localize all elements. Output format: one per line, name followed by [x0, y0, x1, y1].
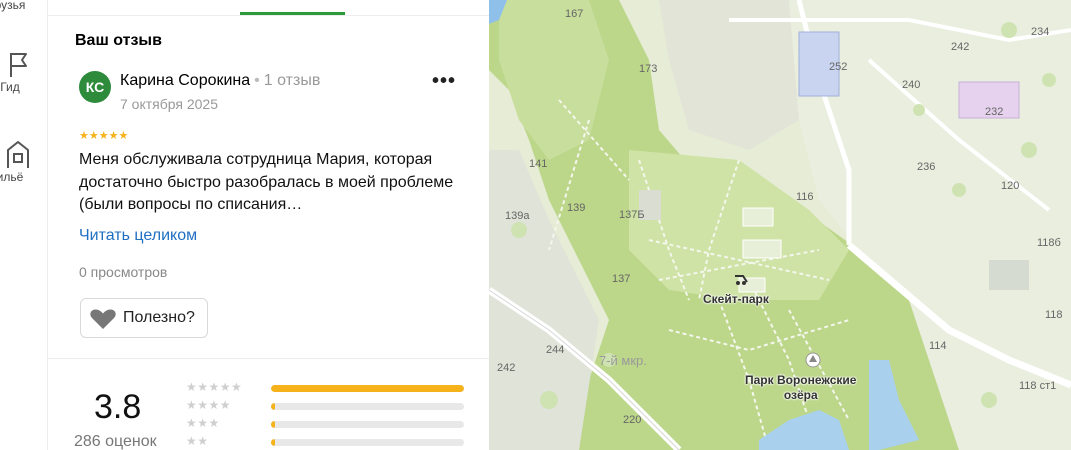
tab-divider [48, 15, 489, 16]
map-house-number: 236 [917, 161, 936, 173]
distribution-bar-fill [271, 403, 275, 410]
nav-item-guide[interactable]: Гид [0, 50, 48, 94]
map-house-number: 141 [529, 158, 548, 170]
distribution-row: ★★★★★ [186, 380, 466, 396]
map-house-number: 240 [902, 79, 921, 91]
map-house-number: 114 [929, 340, 947, 352]
useful-button[interactable]: Полезно? [80, 298, 208, 338]
map-house-number: 137 [612, 273, 631, 285]
map-house-number: 220 [623, 414, 642, 426]
map-house-number: 242 [497, 362, 516, 374]
left-nav: рузья Гид ильё [0, 0, 48, 450]
review-text: Меня обслуживала сотрудница Мария, котор… [79, 151, 454, 213]
map-house-number: 252 [829, 61, 848, 73]
distribution-stars: ★★★ [186, 416, 220, 430]
distribution-stars: ★★ [186, 434, 209, 448]
distribution-row: ★★★★ [186, 398, 466, 414]
map-house-number: 167 [565, 8, 584, 20]
map-house-number: 139 [567, 202, 586, 214]
review-rating-stars: ★★★★★ [79, 130, 129, 142]
author-name[interactable]: Карина Сорокина [120, 72, 250, 89]
review-panel: Ваш отзыв КС Карина Сорокина • 1 отзыв 7 о… [48, 0, 489, 450]
nav-item-friends[interactable]: рузья [0, 0, 48, 12]
nav-item-housing-label: ильё [0, 170, 24, 184]
more-options-button[interactable]: ••• [432, 71, 456, 96]
map-house-number: 120 [1001, 180, 1020, 192]
distribution-row: ★★★ [186, 416, 466, 432]
map-house-number: 242 [951, 41, 970, 53]
distribution-bar [271, 421, 464, 428]
distribution-bar [271, 439, 464, 446]
nav-item-guide-label: Гид [0, 80, 20, 94]
distribution-bar-fill [271, 421, 275, 428]
nav-item-housing[interactable]: ильё [0, 138, 48, 184]
map-house-number: 116 [796, 191, 814, 203]
section-title: Ваш отзыв [75, 32, 162, 49]
author-review-count: 1 отзыв [263, 72, 321, 89]
map-house-number: 173 [639, 63, 658, 75]
separator-dot: • [254, 72, 260, 89]
distribution-stars: ★★★★ [186, 398, 232, 412]
useful-label: Полезно? [123, 309, 195, 326]
section-divider [48, 358, 489, 359]
map-house-number: 244 [546, 344, 565, 356]
district-label: 7-й мкр. [599, 353, 647, 368]
heart-icon [90, 309, 116, 329]
map-view[interactable]: 167 173 252 242 234 240 232 141 139 137Б… [489, 0, 1071, 450]
map-house-number: 137Б [619, 209, 645, 221]
park-pin-icon [805, 352, 821, 368]
review-date: 7 октября 2025 [120, 96, 218, 112]
poi-skatepark[interactable]: Скейт-парк [703, 292, 769, 306]
review-author: Карина Сорокина • 1 отзыв [120, 72, 320, 90]
rating-count: 286 оценок [74, 433, 157, 450]
distribution-bar [271, 385, 464, 392]
distribution-row: ★★ [186, 434, 466, 450]
poi-park[interactable]: Парк Воронежские озёра [745, 373, 856, 403]
map-house-number: 234 [1031, 26, 1050, 38]
map-house-number: 118 [1045, 309, 1063, 321]
distribution-bar-fill [271, 385, 464, 392]
skatepark-icon [735, 275, 748, 285]
avatar[interactable]: КС [79, 71, 111, 103]
rating-score: 3.8 [94, 388, 142, 426]
views-count: 0 просмотров [79, 264, 168, 280]
nav-item-friends-label: рузья [0, 0, 26, 12]
map-house-number: 139а [505, 210, 530, 222]
building-icon [7, 141, 29, 168]
distribution-stars: ★★★★★ [186, 380, 243, 394]
map-house-number: 118б [1037, 237, 1061, 249]
map-house-number: 232 [985, 106, 1004, 118]
flag-icon [10, 53, 27, 77]
read-more-link[interactable]: Читать целиком [79, 227, 197, 245]
distribution-bar-fill [271, 439, 275, 446]
map-house-number: 118 ст1 [1019, 380, 1057, 392]
distribution-bar [271, 403, 464, 410]
